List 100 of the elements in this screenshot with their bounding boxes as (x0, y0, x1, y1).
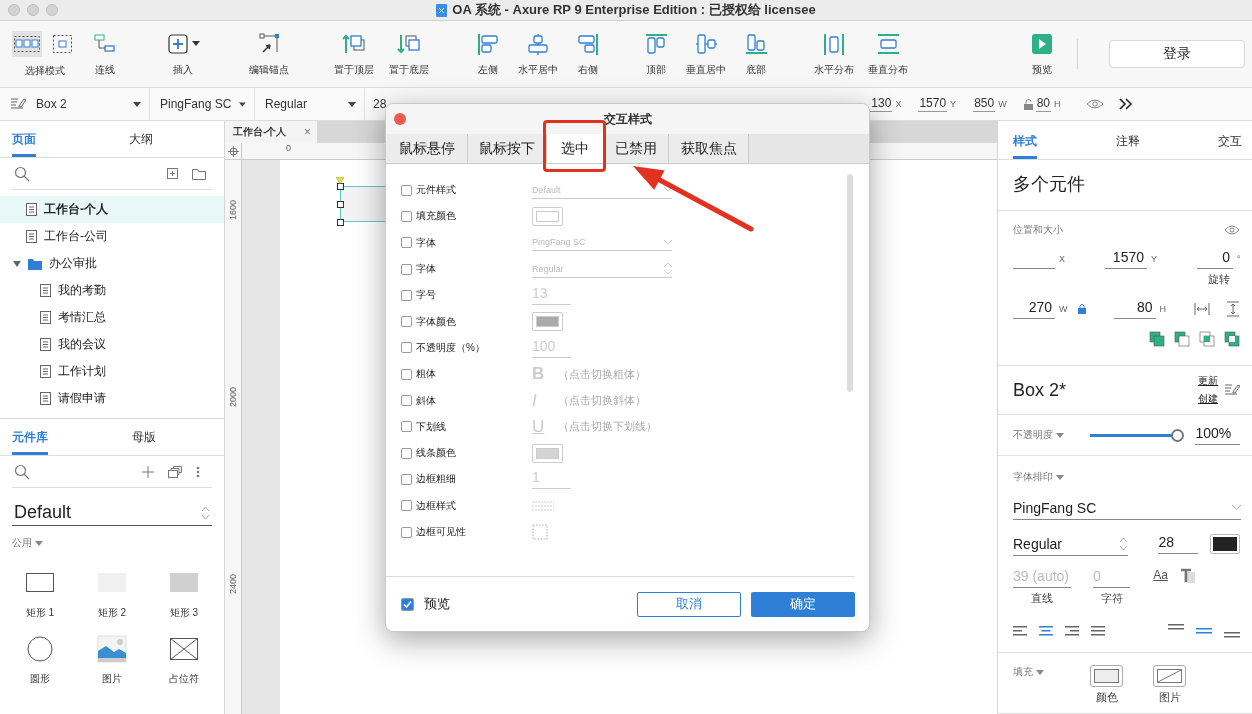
style-name: Box 2* (1013, 379, 1067, 401)
widget-item[interactable]: 图片 (76, 634, 148, 686)
option-label: 元件样式 (416, 183, 457, 198)
ruler-label: 2000 (228, 387, 238, 408)
font-size-field[interactable]: 28 (373, 97, 387, 111)
dialog-tab[interactable]: 已禁用 (604, 134, 669, 163)
dialog-tab[interactable]: 鼠标悬停 (386, 134, 468, 163)
panel-tab[interactable]: 母版 (132, 429, 156, 455)
toolbar-button[interactable]: 右侧 (563, 26, 613, 82)
ok-button[interactable]: 确定 (751, 591, 855, 617)
login-button[interactable]: 登录 (1109, 40, 1245, 68)
style-link[interactable]: 更新 (1198, 374, 1218, 388)
axis-label: Y (950, 99, 957, 109)
style-dropdown[interactable]: Box 2 (0, 87, 150, 121)
toolbar-button[interactable]: 预览 (1017, 26, 1067, 82)
font-dropdown[interactable]: PingFang SC (1013, 496, 1241, 520)
toolbar-button[interactable]: 置于底层 (384, 26, 434, 82)
widget-item[interactable]: 占位符 (148, 634, 220, 686)
font-dropdown[interactable]: PingFang SC (150, 87, 255, 121)
page-tree-item[interactable]: 我的会议 (0, 331, 224, 358)
toggle-hint: （点击切换粗体） (558, 366, 646, 382)
option-label: 字体 (416, 235, 437, 250)
page-tree-item[interactable]: 我的考勤 (0, 277, 224, 304)
option-label: 边框样式 (416, 498, 457, 513)
opacity-label[interactable]: 不透明度 (1013, 428, 1053, 442)
panel-tab[interactable]: 注释 (1115, 133, 1140, 159)
text-case-button[interactable]: Aa (1153, 568, 1168, 582)
dialog-tab[interactable]: 获取焦点 (669, 134, 749, 163)
field-caption: 图片 (1158, 690, 1181, 705)
section-label[interactable]: 字体排印 (1013, 470, 1053, 484)
page-tree-item[interactable]: 请假申请 (0, 385, 224, 412)
widget-item[interactable]: 矩形 3 (148, 568, 220, 620)
toolbar-button[interactable]: 连线 (80, 26, 130, 82)
toolbar-button[interactable]: 置于顶层 (329, 26, 379, 82)
toggle-hint: （点击切换斜体） (558, 393, 646, 408)
toolbar-button[interactable]: 左侧 (463, 26, 513, 82)
group-label[interactable]: 公用 (12, 536, 32, 550)
rotation-field[interactable]: 0 (1197, 249, 1234, 269)
page-name: 工作计划 (58, 363, 106, 380)
style-link[interactable]: 创建 (1198, 392, 1218, 406)
panel-tab[interactable]: 页面 (12, 131, 36, 157)
height-field[interactable]: 80 (1113, 299, 1156, 319)
y-field[interactable]: 1570 (918, 96, 948, 112)
page-tree-item[interactable]: 工作计划 (0, 358, 224, 385)
close-tab-button[interactable]: × (304, 125, 311, 139)
axis-label: W (1059, 304, 1068, 314)
library-dropdown[interactable]: Default (12, 500, 212, 526)
toolbar-button[interactable]: 编辑锚点 (244, 26, 294, 82)
section-label[interactable]: 填充 (1013, 665, 1033, 679)
toolbar-button[interactable]: 垂直分布 (863, 26, 913, 82)
weight-dropdown[interactable]: Regular (1013, 532, 1129, 556)
height-field[interactable]: 80 (1035, 96, 1051, 112)
weight-dropdown[interactable]: Regular (255, 87, 365, 121)
axis-label: Y (1151, 254, 1158, 264)
axis-label: ° (1237, 254, 1241, 264)
axis-label: X (1059, 254, 1065, 264)
opacity-field[interactable]: 100% (1195, 425, 1240, 445)
option-label: 下划线 (416, 419, 447, 434)
axis-label: X (895, 99, 902, 109)
field-caption: 字符 (1100, 591, 1123, 606)
panel-tab[interactable]: 元件库 (12, 429, 48, 455)
cancel-button[interactable]: 取消 (637, 591, 741, 617)
widget-item[interactable]: 矩形 1 (4, 568, 76, 620)
field-caption: 颜色 (1095, 690, 1118, 705)
font-size-field[interactable]: 28 (1158, 534, 1198, 554)
axis-label: H (1159, 304, 1166, 314)
document-tab[interactable]: 工作台-个人 × (225, 121, 317, 143)
option-label: 字体 (416, 262, 437, 277)
toolbar-label: 选择模式 (25, 63, 65, 78)
toolbar-button[interactable]: 垂直居中 (681, 26, 731, 82)
field-caption: 直线 (1031, 591, 1053, 606)
x-field[interactable]: 130 (870, 96, 893, 112)
tab-title: 工作台-个人 (233, 125, 287, 139)
width-field[interactable]: 270 (1013, 299, 1055, 319)
ruler-label: 1600 (228, 200, 238, 221)
dialog-tab[interactable]: 鼠标按下 (468, 134, 547, 163)
panel-tab[interactable]: 样式 (1013, 133, 1037, 159)
page-tree-item[interactable]: 考情汇总 (0, 304, 224, 331)
option-label: 粗体 (416, 367, 437, 382)
panel-tab[interactable]: 大纲 (129, 131, 153, 157)
y-field[interactable]: 1570 (1105, 249, 1147, 269)
width-field[interactable]: 850 (973, 96, 996, 112)
option-label: 线条颜色 (416, 446, 457, 461)
dialog-tab[interactable]: 选中 (547, 134, 604, 163)
page-tree-item[interactable]: 工作台-个人 (0, 196, 224, 223)
toolbar-button[interactable]: 顶部 (631, 26, 681, 82)
option-label: 不透明度（%） (416, 340, 486, 355)
page-name: 工作台-个人 (44, 201, 108, 218)
toolbar-button[interactable]: 水平居中 (513, 26, 563, 82)
page-tree-item[interactable]: 办公审批 (0, 250, 224, 277)
window-title: OA 系统 - Axure RP 9 Enterprise Edition : 已授权给 licensee (452, 1, 816, 19)
toolbar-button[interactable]: 插入 (158, 26, 208, 82)
widget-item[interactable]: 圆形 (4, 634, 76, 686)
widget-item[interactable]: 矩形 2 (76, 568, 148, 620)
page-tree-item[interactable]: 工作台-公司 (0, 223, 224, 250)
option-label: 边框粗细 (416, 472, 457, 487)
page-name: 考情汇总 (58, 309, 106, 326)
toolbar-button[interactable]: 底部 (731, 26, 781, 82)
toolbar-button[interactable]: 水平分布 (809, 26, 859, 82)
panel-tab[interactable]: 交互 (1218, 133, 1242, 159)
